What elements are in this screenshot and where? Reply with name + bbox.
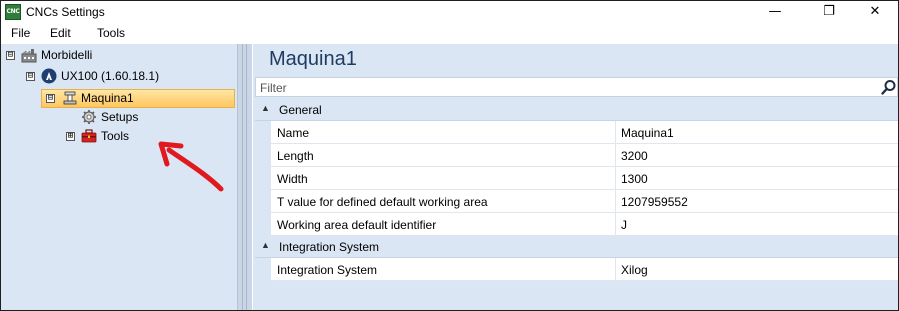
factory-icon bbox=[21, 49, 37, 63]
property-value[interactable]: 3200 bbox=[621, 149, 648, 163]
menu-tools[interactable]: Tools bbox=[97, 26, 125, 40]
app-window: CNC CNCs Settings — ❐ ✕ File Edit Tools … bbox=[0, 0, 899, 311]
tree-node-ux100[interactable]: ⊟ UX100 (1.60.18.1) bbox=[1, 67, 237, 86]
close-button[interactable]: ✕ bbox=[852, 1, 898, 23]
toolbox-icon bbox=[81, 129, 97, 143]
tree-node-maquina1[interactable]: ⊟ Maquina1 bbox=[1, 89, 237, 108]
machine-icon bbox=[63, 91, 77, 105]
tree-node-label: UX100 (1.60.18.1) bbox=[61, 69, 160, 83]
property-name: Length bbox=[277, 149, 314, 163]
property-name: Integration System bbox=[277, 263, 378, 277]
minimize-button[interactable]: — bbox=[752, 1, 798, 23]
property-name: Working area default identifier bbox=[277, 218, 437, 232]
property-value[interactable]: Maquina1 bbox=[621, 126, 674, 140]
tree-node-setups[interactable]: Setups bbox=[1, 108, 237, 127]
filter-input[interactable] bbox=[260, 80, 860, 95]
menu-edit[interactable]: Edit bbox=[50, 26, 71, 40]
property-value[interactable]: Xilog bbox=[621, 263, 648, 277]
properties-panel: Maquina1 ▲ General Name Maquina1 Length bbox=[253, 44, 898, 310]
collapse-icon[interactable]: ⊟ bbox=[26, 72, 35, 81]
title-bar[interactable]: CNC CNCs Settings — ❐ ✕ bbox=[1, 1, 898, 23]
property-row[interactable]: Width 1300 bbox=[255, 167, 898, 190]
property-row[interactable]: Working area default identifier J bbox=[255, 213, 898, 236]
search-icon[interactable] bbox=[880, 79, 897, 96]
splitter-grip bbox=[246, 44, 247, 310]
filter-box bbox=[255, 77, 898, 97]
property-row[interactable]: Name Maquina1 bbox=[255, 121, 898, 144]
category-general[interactable]: ▲ General bbox=[255, 99, 898, 121]
property-name: T value for defined default working area bbox=[277, 195, 488, 209]
maximize-button[interactable]: ❐ bbox=[806, 1, 852, 23]
property-value[interactable]: 1300 bbox=[621, 172, 648, 186]
property-grid: ▲ General Name Maquina1 Length 3200 Widt… bbox=[255, 99, 898, 281]
expand-icon[interactable]: ⊞ bbox=[66, 132, 75, 141]
property-value[interactable]: J bbox=[621, 218, 627, 232]
app-icon: CNC bbox=[5, 4, 21, 20]
tree-node-label: Maquina1 bbox=[81, 91, 134, 105]
category-label: General bbox=[279, 103, 322, 117]
tree-node-label: Setups bbox=[101, 110, 139, 124]
category-label: Integration System bbox=[279, 240, 380, 254]
splitter-grip bbox=[242, 44, 243, 310]
gear-icon bbox=[82, 110, 96, 124]
menu-file[interactable]: File bbox=[11, 26, 30, 40]
category-integration-system[interactable]: ▲ Integration System bbox=[255, 236, 898, 258]
property-row[interactable]: Length 3200 bbox=[255, 144, 898, 167]
window-title: CNCs Settings bbox=[26, 5, 105, 19]
collapse-chevron-icon[interactable]: ▲ bbox=[261, 240, 271, 252]
page-title: Maquina1 bbox=[269, 48, 357, 70]
tree-node-label: Morbidelli bbox=[41, 48, 93, 62]
property-row[interactable]: T value for defined default working area… bbox=[255, 190, 898, 213]
collapse-chevron-icon[interactable]: ▲ bbox=[261, 103, 271, 115]
collapse-icon[interactable]: ⊟ bbox=[46, 94, 55, 103]
property-name: Width bbox=[277, 172, 308, 186]
panel-splitter[interactable] bbox=[237, 44, 252, 310]
menu-bar: File Edit Tools bbox=[1, 23, 898, 43]
machine-logo-icon bbox=[41, 68, 57, 84]
machine-tree: ⊟ Morbidelli ⊟ UX100 (1.60.18.1) ⊟ Maqui… bbox=[1, 44, 237, 310]
property-value[interactable]: 1207959552 bbox=[621, 195, 688, 209]
collapse-icon[interactable]: ⊟ bbox=[6, 51, 15, 60]
tree-node-label: Tools bbox=[101, 129, 130, 143]
tree-node-morbidelli[interactable]: ⊟ Morbidelli bbox=[1, 46, 237, 65]
annotation-arrow-icon bbox=[158, 141, 224, 192]
property-name: Name bbox=[277, 126, 310, 140]
property-row[interactable]: Integration System Xilog bbox=[255, 258, 898, 281]
